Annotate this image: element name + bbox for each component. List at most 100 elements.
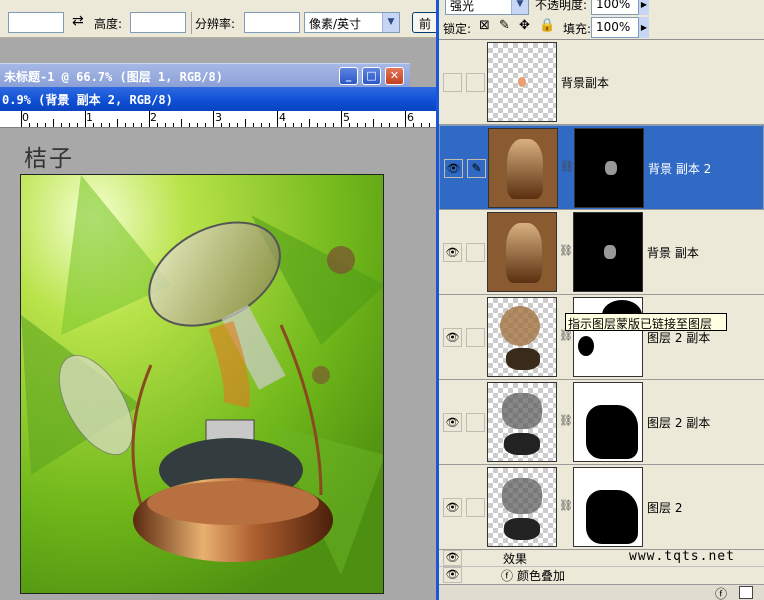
opacity-value: 100%: [596, 0, 631, 11]
blend-mode-value: 强光: [450, 0, 475, 13]
layer-mask-thumbnail[interactable]: [574, 128, 644, 208]
height-field[interactable]: [130, 12, 186, 33]
ruler-tick: [189, 123, 190, 127]
ruler-tick: [397, 123, 398, 127]
layer-mask-thumbnail[interactable]: [573, 467, 643, 547]
layer-row[interactable]: 👁 ⛓ 图层 2: [439, 465, 764, 550]
panel-bottom-bar: ⓕ: [439, 584, 764, 600]
layer-thumbnail[interactable]: [487, 382, 557, 462]
watermark-text: www.tqts.net: [629, 549, 735, 564]
eye-icon[interactable]: 👁: [443, 550, 462, 566]
separator: [191, 12, 192, 34]
eye-icon[interactable]: 👁: [443, 498, 462, 517]
opacity-slider-arrow-icon[interactable]: ▶: [639, 0, 649, 15]
resolution-field[interactable]: [244, 12, 300, 33]
chain-link-icon[interactable]: ⛓: [560, 160, 574, 176]
close-button[interactable]: ✕: [385, 67, 404, 85]
lock-label: 锁定:: [443, 22, 472, 36]
opacity-field[interactable]: 100%: [591, 0, 639, 15]
swap-dimensions-icon[interactable]: ⇄: [72, 13, 84, 29]
lock-transparency-icon[interactable]: ⊠: [479, 18, 490, 33]
chain-link-icon[interactable]: ⛓: [559, 244, 573, 260]
document-image[interactable]: [20, 174, 384, 594]
canvas-text: 桔子: [24, 146, 74, 172]
link-toggle[interactable]: [466, 73, 485, 92]
ruler-tick: [389, 123, 390, 127]
fill-field[interactable]: 100%: [591, 17, 639, 38]
chain-link-icon[interactable]: ⛓: [559, 499, 573, 515]
brush-icon[interactable]: ✎: [467, 159, 486, 178]
layer-thumbnail[interactable]: [487, 297, 557, 377]
blend-mode-select[interactable]: 强光 ▼: [445, 0, 529, 15]
back-document-window[interactable]: 未标题-1 @ 66.7% (图层 1, RGB/8) _ □ ✕: [0, 63, 410, 87]
effects-row[interactable]: 👁 效果 www.tqts.net: [439, 549, 764, 567]
chevron-down-icon: ▼: [382, 13, 399, 32]
eye-icon[interactable]: 👁: [443, 413, 462, 432]
eye-icon[interactable]: 👁: [444, 159, 463, 178]
effect-icon: ⓕ: [501, 569, 514, 583]
color-overlay-row[interactable]: 👁 ⓕ 颜色叠加: [439, 567, 764, 584]
layer-mask-thumbnail[interactable]: [573, 297, 643, 377]
layer-thumbnail[interactable]: [488, 128, 558, 208]
ruler-tick: [69, 123, 70, 127]
ruler-number: 2: [150, 111, 157, 124]
ruler-tick: [381, 123, 382, 127]
ruler-tick: [173, 123, 174, 127]
lock-position-icon[interactable]: ✥: [519, 18, 530, 33]
layer-row[interactable]: 背景副本: [439, 40, 764, 125]
ruler-tick: [341, 111, 342, 127]
front-window-titlebar[interactable]: 0.9% (背景 副本 2, RGB/8): [0, 87, 436, 111]
ruler-tick: [349, 123, 350, 127]
lock-image-pixels-icon[interactable]: ✎: [499, 18, 510, 33]
fill-slider-arrow-icon[interactable]: ▶: [639, 17, 649, 38]
layer-row-selected[interactable]: 👁 ✎ ⛓ 背景 副本 2: [439, 125, 764, 210]
layer-name: 图层 2 副本: [647, 416, 711, 430]
ruler-number: 0: [22, 111, 29, 124]
thumbnail-content: [506, 223, 542, 283]
minimize-button[interactable]: _: [339, 67, 358, 85]
ruler-tick: [77, 123, 78, 127]
layer-row[interactable]: 👁 ⛓ 背景 副本: [439, 210, 764, 295]
link-toggle[interactable]: [466, 328, 485, 347]
add-layer-style-icon[interactable]: ⓕ: [715, 585, 727, 600]
ruler-tick: [197, 123, 198, 127]
mask-content: [586, 405, 638, 459]
chain-link-icon[interactable]: ⛓: [559, 414, 573, 430]
ruler-tick: [245, 119, 246, 127]
layer-thumbnail[interactable]: [487, 42, 557, 122]
eye-icon[interactable]: 👁: [443, 328, 462, 347]
front-image-button[interactable]: 前: [412, 12, 438, 33]
front-document-window[interactable]: 0.9% (背景 副本 2, RGB/8) 0 1 2 3 4 5 6 桔子: [0, 87, 454, 600]
link-toggle[interactable]: [466, 243, 485, 262]
back-window-title: 未标题-1 @ 66.7% (图层 1, RGB/8): [4, 70, 223, 84]
layer-thumbnail[interactable]: [487, 212, 557, 292]
ruler-tick: [277, 111, 278, 127]
link-toggle[interactable]: [466, 413, 485, 432]
eye-icon[interactable]: 👁: [443, 243, 462, 262]
ruler-tick: [325, 123, 326, 127]
ruler-tick: [421, 123, 422, 127]
layer-thumbnail[interactable]: [487, 467, 557, 547]
ruler-tick: [133, 123, 134, 127]
mask-content: [586, 490, 638, 544]
maximize-button[interactable]: □: [362, 67, 381, 85]
horizontal-ruler[interactable]: 0 1 2 3 4 5 6: [0, 111, 454, 128]
layer-mask-thumbnail[interactable]: [573, 212, 643, 292]
resolution-unit-select[interactable]: 像素/英寸 ▼: [304, 12, 400, 33]
mask-content: [578, 336, 594, 356]
ruler-tick: [101, 123, 102, 127]
ruler-tick: [237, 123, 238, 127]
width-field[interactable]: [8, 12, 64, 33]
layer-mask-thumbnail[interactable]: [573, 382, 643, 462]
layer-row[interactable]: 👁 ⛓ 图层 2 副本: [439, 380, 764, 465]
layer-row[interactable]: 👁 ⛓ 图层 2 副本: [439, 295, 764, 380]
layer-name: 背景副本: [561, 76, 610, 90]
add-mask-icon[interactable]: [739, 586, 753, 599]
lock-all-icon[interactable]: 🔒: [539, 18, 555, 33]
ruler-number: 1: [86, 111, 93, 124]
link-toggle[interactable]: [466, 498, 485, 517]
eye-icon[interactable]: 👁: [443, 567, 462, 583]
ruler-tick: [53, 119, 54, 127]
visibility-toggle-empty[interactable]: [443, 73, 462, 92]
ruler-tick: [285, 123, 286, 127]
